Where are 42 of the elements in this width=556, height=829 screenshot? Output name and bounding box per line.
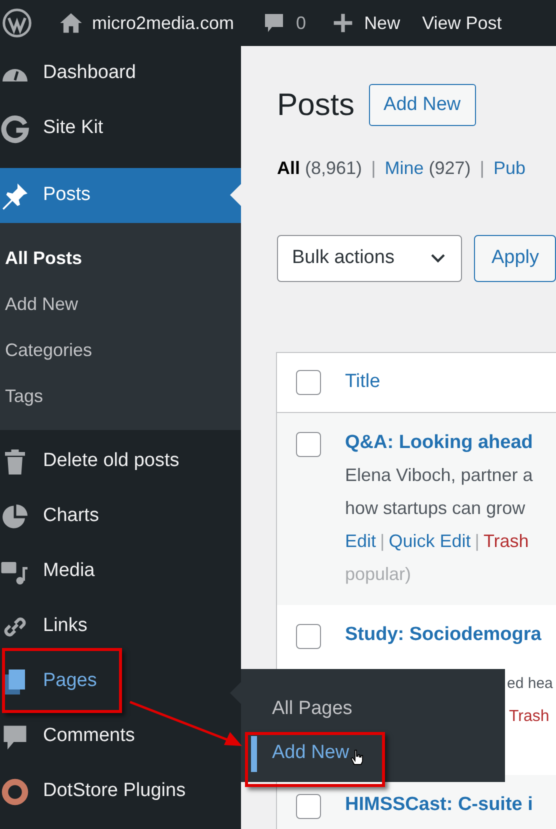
menu-item[interactable]: Dashboard [0, 46, 241, 101]
separator: | [480, 156, 484, 180]
page-title: Posts [277, 86, 355, 124]
comment-count[interactable]: 0 [296, 10, 306, 36]
filter-link[interactable]: All (8,961) [277, 154, 362, 182]
view-posts-link[interactable]: View Post [422, 10, 502, 36]
submenu-item[interactable]: All Posts [0, 235, 241, 281]
menu-item[interactable]: Posts [0, 168, 241, 223]
separator: | [371, 156, 376, 180]
row-action-link[interactable]: Edit [345, 525, 376, 558]
submenu-item[interactable]: Tags [0, 373, 241, 419]
apply-button[interactable]: Apply [474, 234, 556, 282]
row-action-link[interactable]: Trash [509, 700, 550, 733]
column-header[interactable]: Title [345, 368, 380, 397]
submenu-item[interactable]: Categories [0, 327, 241, 373]
post-note: popular) [345, 563, 412, 586]
new-link[interactable]: New [364, 10, 400, 36]
bulk-actions-dropdown[interactable]: Bulk actions [277, 234, 462, 282]
flyout-item[interactable]: All Pages [241, 687, 505, 731]
menu-item[interactable]: DotStore Plugins [0, 764, 241, 819]
post-excerpt: Elena Viboch, partner a [345, 464, 533, 487]
site-name-link[interactable]: micro2media.com [92, 10, 234, 36]
submenu-item[interactable]: Add New [0, 281, 241, 327]
row-action-link[interactable]: Quick Edit [388, 525, 471, 558]
post-title-link[interactable]: Q&A: Looking ahead [345, 426, 533, 459]
post-excerpt: how startups can grow [345, 497, 526, 520]
menu-item[interactable]: Pages [0, 654, 241, 709]
menu-item[interactable]: Links [0, 599, 241, 654]
separator: | [380, 530, 385, 553]
menu-item[interactable]: Site Kit [0, 101, 241, 156]
row-action-link[interactable]: Trash [483, 525, 529, 558]
post-title-link[interactable]: Study: Sociodemogra [345, 618, 553, 651]
separator: | [474, 530, 480, 553]
menu-item[interactable]: Comments [0, 709, 241, 764]
menu-item[interactable]: Delete old posts [0, 434, 241, 489]
menu-item[interactable]: Charts [0, 489, 241, 544]
add-new-button[interactable]: Add New [368, 84, 476, 126]
post-excerpt: ed hea [506, 674, 553, 694]
flyout-item[interactable]: Add New [241, 731, 505, 775]
filter-link[interactable]: Mine (927) [384, 154, 471, 182]
menu-item[interactable]: Media [0, 544, 241, 599]
filter-link[interactable]: Pub [493, 154, 526, 182]
